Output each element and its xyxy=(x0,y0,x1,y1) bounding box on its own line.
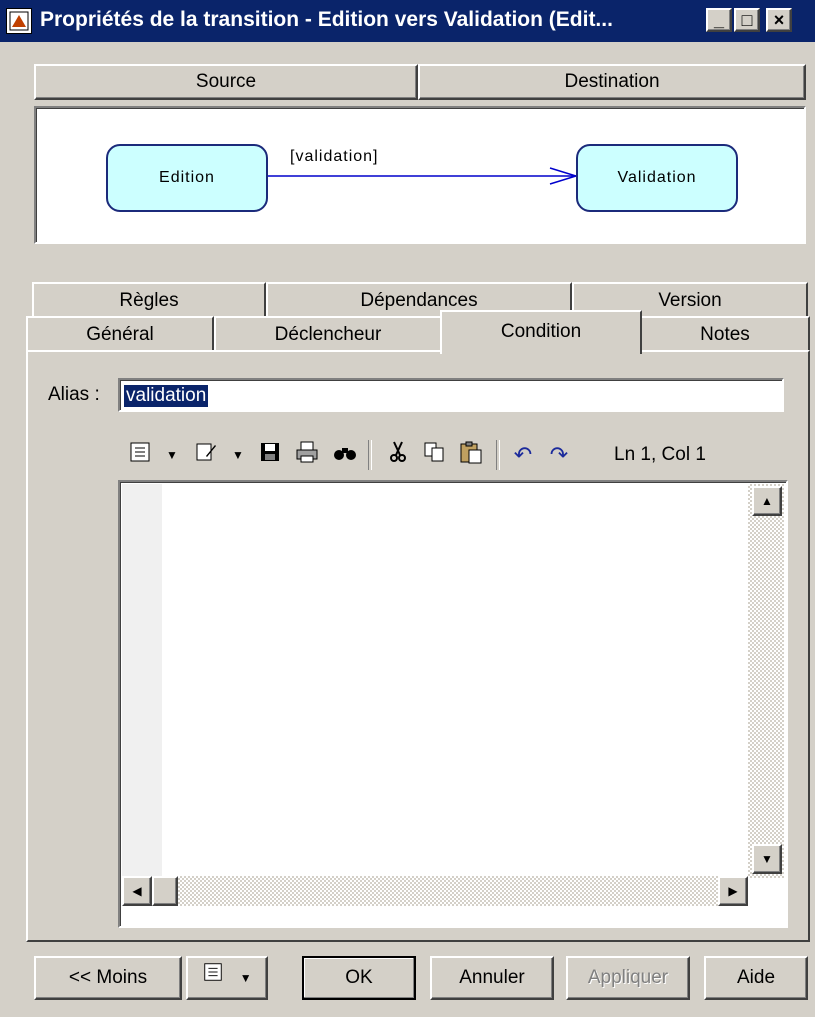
toolbar-separator xyxy=(368,440,372,470)
chevron-down-icon: ▼ xyxy=(239,971,252,985)
tab-label: Version xyxy=(658,290,722,311)
find-icon[interactable] xyxy=(330,440,360,470)
destination-header-button[interactable]: Destination xyxy=(418,64,806,100)
maximize-button[interactable]: □ xyxy=(734,8,760,32)
tab-label: Dépendances xyxy=(360,290,478,311)
scroll-left-button[interactable]: ◀ xyxy=(122,876,152,906)
arrow-down-icon: ▼ xyxy=(761,852,773,866)
apply-button[interactable]: Appliquer xyxy=(566,956,690,1000)
close-button[interactable]: × xyxy=(766,8,792,32)
redo-icon[interactable]: ↷ xyxy=(546,440,572,470)
chevron-down-icon[interactable]: ▼ xyxy=(164,440,180,470)
alias-value: validation xyxy=(124,385,209,407)
tab-label: Règles xyxy=(119,290,179,311)
destination-label: Destination xyxy=(564,71,660,92)
options-menu-button[interactable]: ▼ xyxy=(186,956,268,1000)
alias-input[interactable]: validation xyxy=(118,378,784,412)
less-label: << Moins xyxy=(68,967,148,988)
scroll-down-button[interactable]: ▼ xyxy=(752,844,782,874)
save-icon[interactable] xyxy=(256,440,284,470)
copy-icon[interactable] xyxy=(420,440,448,470)
minimize-icon: _ xyxy=(713,10,724,30)
app-icon xyxy=(6,8,32,34)
help-button[interactable]: Aide xyxy=(704,956,808,1000)
edit-menu-icon[interactable] xyxy=(192,440,220,470)
line-number-gutter xyxy=(122,484,162,876)
tab-label: Général xyxy=(86,324,154,345)
close-icon: × xyxy=(773,10,785,30)
window-title: Propriétés de la transition - Edition ve… xyxy=(40,8,613,31)
minimize-button[interactable]: _ xyxy=(706,8,732,32)
ok-button[interactable]: OK xyxy=(302,956,416,1000)
transition-diagram: [validation] Edition Validation xyxy=(34,106,806,244)
less-button[interactable]: << Moins xyxy=(34,956,182,1000)
tab-notes[interactable]: Notes xyxy=(640,316,810,350)
source-label: Source xyxy=(195,71,257,92)
vertical-scrollbar[interactable] xyxy=(748,484,784,878)
tab-label: Notes xyxy=(700,324,750,345)
target-state[interactable]: Validation xyxy=(576,144,738,212)
print-icon[interactable] xyxy=(292,440,322,470)
ok-label: OK xyxy=(345,967,373,988)
help-label: Aide xyxy=(736,967,776,988)
properties-menu-icon xyxy=(202,958,224,998)
source-state[interactable]: Edition xyxy=(106,144,268,212)
apply-label: Appliquer xyxy=(587,967,669,988)
cut-icon[interactable] xyxy=(384,440,412,470)
toolbar-separator xyxy=(496,440,500,470)
properties-menu-icon[interactable] xyxy=(126,440,154,470)
tab-declencheur[interactable]: Déclencheur xyxy=(214,316,442,350)
paste-icon[interactable] xyxy=(456,440,486,470)
cancel-button[interactable]: Annuler xyxy=(430,956,554,1000)
source-header-button[interactable]: Source xyxy=(34,64,418,100)
arrow-right-icon: ▶ xyxy=(728,884,738,898)
tab-label: Condition xyxy=(500,321,582,342)
tab-general[interactable]: Général xyxy=(26,316,214,350)
scroll-up-button[interactable]: ▲ xyxy=(752,486,782,516)
chevron-down-icon[interactable]: ▼ xyxy=(230,440,246,470)
title-bar[interactable]: Propriétés de la transition - Edition ve… xyxy=(0,0,815,42)
horizontal-scroll-thumb[interactable] xyxy=(152,876,178,906)
tab-condition[interactable]: Condition xyxy=(440,310,642,354)
horizontal-scrollbar[interactable] xyxy=(122,876,748,906)
tab-regles[interactable]: Règles xyxy=(32,282,266,316)
condition-editor[interactable] xyxy=(118,480,788,928)
cursor-position: Ln 1, Col 1 xyxy=(614,444,706,465)
arrow-up-icon: ▲ xyxy=(761,494,773,508)
arrow-left-icon: ◀ xyxy=(132,884,142,898)
cancel-label: Annuler xyxy=(459,967,525,988)
undo-icon[interactable]: ↶ xyxy=(510,440,536,470)
maximize-icon: □ xyxy=(741,10,753,30)
scroll-right-button[interactable]: ▶ xyxy=(718,876,748,906)
alias-label: Alias : xyxy=(48,384,100,405)
tab-label: Déclencheur xyxy=(274,324,382,345)
transition-label: [validation] xyxy=(290,148,379,165)
